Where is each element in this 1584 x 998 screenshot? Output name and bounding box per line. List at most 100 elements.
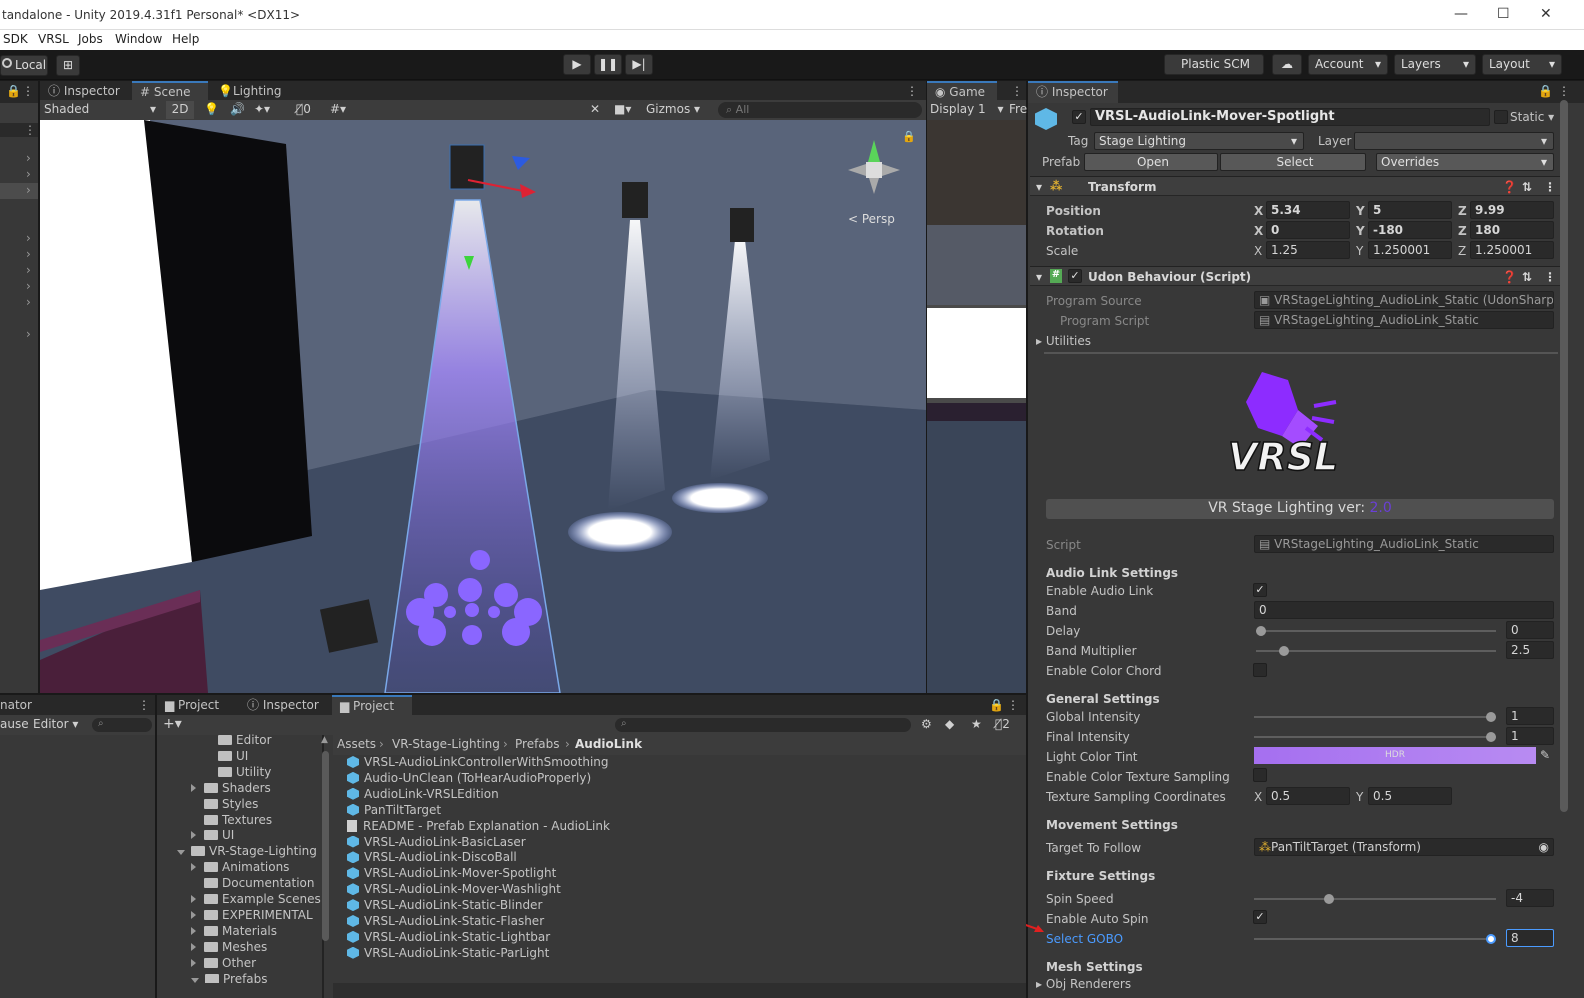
pause-toggle[interactable]: ause <box>0 716 29 734</box>
grid-snap-button[interactable]: ⊞ <box>56 55 80 76</box>
display-dropdown[interactable]: Display 1 ▾ <box>930 101 1004 119</box>
menu-help[interactable]: Help <box>172 32 199 46</box>
collapsed-arrow-icon[interactable] <box>191 831 196 840</box>
collapsed-arrow-icon[interactable] <box>191 895 196 903</box>
expand-arrow-icon[interactable]: › <box>26 247 31 261</box>
favorite-star-icon[interactable]: ★ <box>971 716 982 734</box>
light-color-tint-swatch[interactable]: HDR <box>1254 747 1536 764</box>
spin-speed-slider-knob[interactable] <box>1323 894 1334 904</box>
collapsed-arrow-icon[interactable] <box>191 942 196 951</box>
folder-tree-item[interactable]: Example Scenes <box>191 892 321 906</box>
expand-arrow-icon[interactable]: › <box>26 151 31 165</box>
layout-dropdown[interactable]: Layout ▾ <box>1482 54 1562 75</box>
folder-tree-item[interactable]: Meshes <box>191 940 267 954</box>
plastic-scm-button[interactable]: Plastic SCM <box>1164 54 1264 75</box>
folder-tree-item[interactable]: Documentation <box>191 876 315 890</box>
folder-tree-item[interactable]: Editor <box>205 733 272 747</box>
shading-mode-dropdown[interactable]: Shaded ▾ <box>44 101 158 119</box>
folder-tree-item[interactable]: Shaders <box>191 781 271 795</box>
folder-tree-item[interactable]: Textures <box>191 813 272 827</box>
spin-speed-slider[interactable] <box>1254 894 1496 904</box>
scale-y-field[interactable]: 1.250001 <box>1368 241 1452 259</box>
layer-dropdown[interactable]: ▾ <box>1354 132 1554 150</box>
minimize-icon[interactable]: — <box>1454 6 1468 22</box>
free-aspect-dropdown[interactable]: Fre <box>1009 101 1027 119</box>
2d-toggle-button[interactable]: 2D <box>166 101 194 119</box>
breadcrumb-audiolink[interactable]: AudioLink <box>575 737 642 751</box>
prefab-open-button[interactable]: Open <box>1084 153 1218 171</box>
target-to-follow-field[interactable]: ⁂PanTiltTarget (Transform) ◉ <box>1254 838 1554 856</box>
persp-label[interactable]: < Persp <box>848 212 895 226</box>
utilities-foldout[interactable]: ▸ Utilities <box>1036 334 1091 348</box>
preset-icon[interactable]: ⇅ <box>1522 270 1532 284</box>
folder-tree-item[interactable]: Animations <box>191 860 289 874</box>
file-list-item[interactable]: VRSL-AudioLink-BasicLaser <box>347 835 526 849</box>
scale-z-field[interactable]: 1.250001 <box>1470 241 1554 259</box>
kebab-icon[interactable]: ⋮ <box>24 123 36 137</box>
active-checkbox[interactable]: ✓ <box>1072 110 1086 124</box>
tab-inspector[interactable]: ⓘ Inspector <box>1028 81 1118 103</box>
folder-tree-item[interactable]: Utility <box>205 765 271 779</box>
color-chord-checkbox[interactable] <box>1253 663 1267 677</box>
file-list-item[interactable]: VRSL-AudioLink-Static-Flasher <box>347 914 544 928</box>
band-field[interactable]: 0 <box>1254 601 1554 619</box>
maximize-icon[interactable]: ☐ <box>1497 6 1510 22</box>
rotation-x-field[interactable]: 0 <box>1266 221 1350 239</box>
rotation-z-field[interactable]: 180 <box>1470 221 1554 239</box>
inspector-scrollbar[interactable] <box>1560 100 1568 812</box>
delay-slider[interactable] <box>1256 626 1496 636</box>
folder-tree-item[interactable]: UI <box>205 749 248 763</box>
folder-tree-item[interactable]: Other <box>191 956 256 970</box>
global-intensity-slider-knob[interactable] <box>1486 712 1496 722</box>
create-plus-button[interactable]: +▾ <box>163 716 182 734</box>
object-name-field[interactable]: VRSL-AudioLink-Mover-Spotlight <box>1090 108 1490 126</box>
filter-label-icon[interactable]: ◆ <box>945 716 954 734</box>
close-icon[interactable]: ✕ <box>1540 6 1552 22</box>
transform-header[interactable]: ▾ ⁂ Transform ❓ ⇅ ⋮ <box>1030 176 1560 196</box>
delay-slider-knob[interactable] <box>1256 626 1266 636</box>
tab-animator[interactable]: nator <box>0 695 40 717</box>
animator-search-input[interactable]: ⌕ <box>92 718 152 732</box>
kebab-icon[interactable]: ⋮ <box>138 698 150 712</box>
file-list-item[interactable]: VRSL-AudioLink-Static-Lightbar <box>347 930 550 944</box>
texture-x-field[interactable]: 0.5 <box>1266 787 1350 805</box>
lighting-toggle-icon[interactable]: 💡 <box>204 101 219 119</box>
color-texture-checkbox[interactable] <box>1253 768 1267 782</box>
program-script-field[interactable]: ▤ VRStageLighting_AudioLink_Static <box>1254 311 1554 329</box>
file-list-item[interactable]: VRSL-AudioLink-Static-ParLight <box>347 946 549 960</box>
kebab-icon[interactable]: ⋮ <box>1007 698 1019 712</box>
menu-sdk[interactable]: SDK <box>3 32 28 46</box>
hidden-objects-icon[interactable]: 👁̸0 <box>296 101 311 119</box>
hidden-packages-icon[interactable]: 👁̸2 <box>995 716 1010 734</box>
gobo-slider-knob[interactable] <box>1486 934 1496 944</box>
enable-audio-link-checkbox[interactable]: ✓ <box>1253 583 1267 597</box>
final-intensity-field[interactable]: 1 <box>1506 727 1554 745</box>
collapsed-arrow-icon[interactable] <box>191 910 196 919</box>
band-multiplier-field[interactable]: 2.5 <box>1506 641 1554 659</box>
layers-dropdown[interactable]: Layers ▾ <box>1394 54 1476 75</box>
file-list-item[interactable]: VRSL-AudioLink-DiscoBall <box>347 850 517 864</box>
lock-icon[interactable]: 🔒 <box>989 698 1004 712</box>
expanded-arrow-icon[interactable] <box>191 977 199 983</box>
file-list-item[interactable]: VRSL-AudioLinkControllerWithSmoothing <box>347 755 609 769</box>
file-list-item[interactable]: AudioLink-VRSLEdition <box>347 787 499 801</box>
expand-arrow-icon[interactable]: › <box>26 263 31 277</box>
udon-enabled-checkbox[interactable]: ✓ <box>1068 269 1082 283</box>
folder-tree-item[interactable]: EXPERIMENTAL <box>191 908 313 922</box>
expand-arrow-icon[interactable]: › <box>26 231 31 245</box>
kebab-icon[interactable]: ⋮ <box>1544 180 1556 194</box>
expand-arrow-icon[interactable]: › <box>26 295 31 309</box>
help-icon[interactable]: ❓ <box>1502 180 1517 194</box>
tree-scrollbar-thumb[interactable] <box>322 751 329 941</box>
kebab-icon[interactable]: ⋮ <box>1558 84 1570 98</box>
folder-tree-item[interactable]: Prefabs <box>191 972 268 983</box>
tab-inspector-bottom[interactable]: ⓘ Inspector <box>239 695 331 717</box>
gobo-slider[interactable] <box>1254 934 1496 944</box>
program-source-field[interactable]: ▣ VRStageLighting_AudioLink_Static (Udon… <box>1254 291 1554 309</box>
final-intensity-slider[interactable] <box>1254 732 1496 742</box>
menu-window[interactable]: Window <box>115 32 162 46</box>
kebab-icon[interactable]: ⋮ <box>1544 270 1556 284</box>
menu-vrsl[interactable]: VRSL <box>38 32 69 46</box>
position-z-field[interactable]: 9.99 <box>1470 201 1554 219</box>
position-y-field[interactable]: 5 <box>1368 201 1452 219</box>
